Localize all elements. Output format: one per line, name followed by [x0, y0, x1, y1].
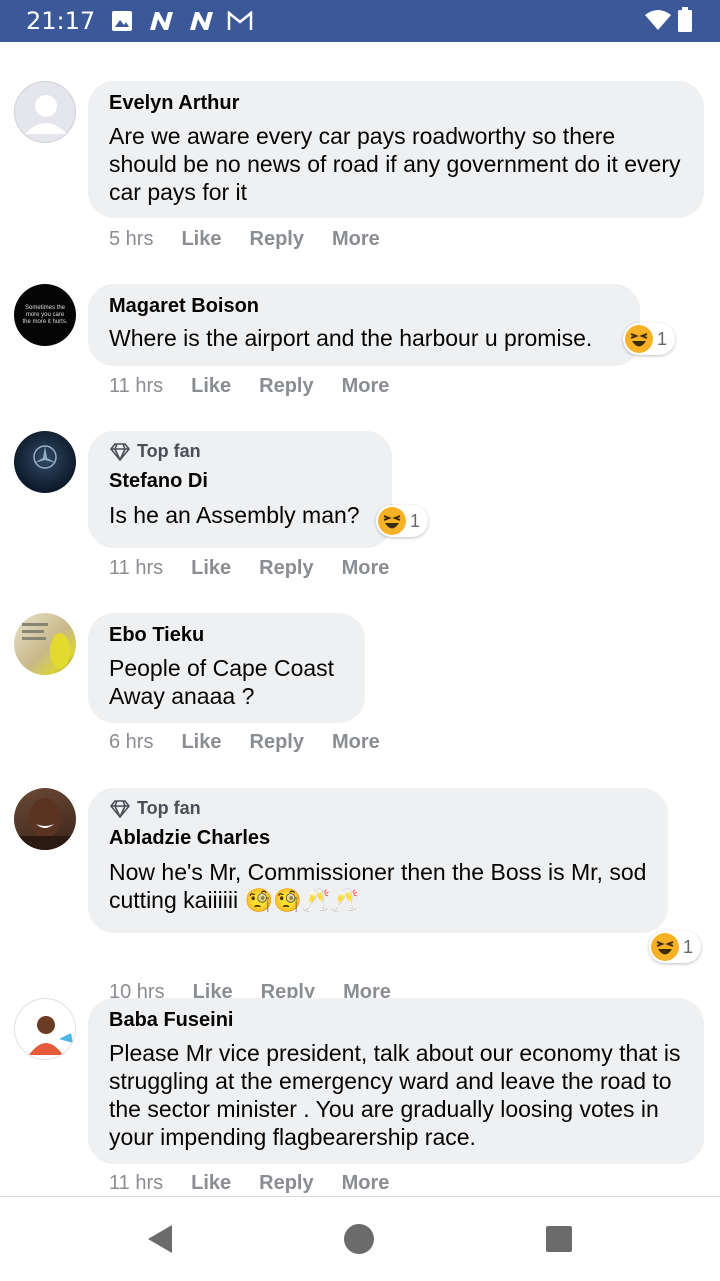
- like-button[interactable]: Like: [181, 228, 221, 251]
- avatar[interactable]: [14, 613, 76, 675]
- photo-avatar-icon: [29, 1016, 73, 1055]
- car-logo-icon: [33, 445, 57, 469]
- comment-text: People of Cape Coast Away anaaa ?: [109, 655, 335, 709]
- photo-avatar-icon: [22, 623, 70, 669]
- reply-button[interactable]: Reply: [250, 731, 304, 754]
- laughing-emoji-icon: [378, 507, 406, 535]
- more-button[interactable]: More: [342, 557, 390, 580]
- back-button[interactable]: [146, 1224, 174, 1254]
- more-button[interactable]: More: [342, 375, 390, 398]
- comment-author[interactable]: Baba Fuseini: [109, 1008, 684, 1032]
- recents-button[interactable]: [545, 1225, 573, 1253]
- image-icon: [112, 11, 132, 31]
- reply-button[interactable]: Reply: [250, 228, 304, 251]
- avatar[interactable]: Sometimes the more you care the more it …: [14, 284, 76, 346]
- status-bar: 21:17: [0, 0, 720, 42]
- comment-time: 5 hrs: [109, 228, 154, 250]
- comment-actions: 11 hrs Like Reply More: [109, 1172, 417, 1195]
- top-fan-badge: Top fan: [109, 798, 648, 819]
- comment-author[interactable]: Magaret Boison: [109, 294, 620, 318]
- photo-avatar-icon: [14, 798, 76, 850]
- more-button[interactable]: More: [332, 731, 380, 754]
- comment-text: Please Mr vice president, talk about our…: [109, 1040, 681, 1150]
- reaction-count: 1: [683, 936, 694, 957]
- comment-author[interactable]: Stefano Di: [109, 469, 372, 493]
- avatar[interactable]: [14, 81, 76, 143]
- comments-feed[interactable]: Evelyn Arthur Are we aware every car pay…: [0, 42, 720, 1196]
- comment-author[interactable]: Ebo Tieku: [109, 623, 345, 647]
- reaction-summary[interactable]: 1: [649, 931, 702, 963]
- comment-text: Are we aware every car pays roadworthy s…: [109, 123, 681, 205]
- reaction-summary[interactable]: 1: [376, 505, 429, 537]
- top-fan-label: Top fan: [137, 441, 201, 461]
- comment-time: 11 hrs: [109, 1172, 164, 1194]
- comment-bubble[interactable]: Baba Fuseini Please Mr vice president, t…: [88, 998, 704, 1164]
- avatar[interactable]: [14, 431, 76, 493]
- comment-author[interactable]: Abladzie Charles: [109, 826, 648, 850]
- reply-button[interactable]: Reply: [259, 1172, 313, 1195]
- laughing-emoji-icon: [651, 933, 679, 961]
- comment-bubble[interactable]: Ebo Tieku People of Cape Coast Away anaa…: [88, 613, 365, 723]
- comment-author[interactable]: Evelyn Arthur: [109, 91, 684, 115]
- laughing-emoji-icon: [625, 325, 653, 353]
- avatar[interactable]: [14, 998, 76, 1060]
- reaction-summary[interactable]: 1: [623, 323, 676, 355]
- comment-text: Now he's Mr, Commissioner then the Boss …: [109, 859, 647, 913]
- like-button[interactable]: Like: [191, 1172, 231, 1195]
- reaction-count: 1: [657, 328, 668, 349]
- diamond-icon: [109, 442, 131, 461]
- comment-actions: 11 hrs Like Reply More: [109, 375, 417, 398]
- default-avatar-icon: [25, 95, 67, 134]
- more-button[interactable]: More: [332, 228, 380, 251]
- diamond-icon: [109, 799, 131, 818]
- comment-text: Where is the airport and the harbour u p…: [109, 325, 593, 351]
- home-button[interactable]: [343, 1223, 375, 1255]
- comment-bubble[interactable]: Top fan Abladzie Charles Now he's Mr, Co…: [88, 788, 668, 933]
- n-notification-icon: [190, 12, 213, 30]
- comment-actions: 5 hrs Like Reply More: [109, 228, 408, 251]
- reply-button[interactable]: Reply: [259, 375, 313, 398]
- comment-time: 11 hrs: [109, 557, 164, 579]
- avatar[interactable]: [14, 788, 76, 850]
- status-time: 21:17: [26, 7, 96, 35]
- wifi-icon: [645, 10, 671, 30]
- like-button[interactable]: Like: [191, 375, 231, 398]
- comment-bubble[interactable]: Evelyn Arthur Are we aware every car pay…: [88, 81, 704, 218]
- comment-text: Is he an Assembly man?: [109, 502, 360, 528]
- android-nav-bar: [0, 1196, 720, 1281]
- comment-actions: 6 hrs Like Reply More: [109, 731, 408, 754]
- gmail-icon: [227, 11, 253, 30]
- top-fan-badge: Top fan: [109, 441, 372, 462]
- comment-actions: 11 hrs Like Reply More: [109, 557, 417, 580]
- comment-time: 11 hrs: [109, 375, 164, 397]
- like-button[interactable]: Like: [181, 731, 221, 754]
- comment-time: 6 hrs: [109, 731, 154, 753]
- comment-bubble[interactable]: Top fan Stefano Di Is he an Assembly man…: [88, 431, 392, 548]
- like-button[interactable]: Like: [191, 557, 231, 580]
- reaction-count: 1: [410, 510, 421, 531]
- reply-button[interactable]: Reply: [259, 557, 313, 580]
- comment-bubble[interactable]: Magaret Boison Where is the airport and …: [88, 284, 640, 366]
- top-fan-label: Top fan: [137, 798, 201, 818]
- battery-icon: [678, 7, 692, 32]
- more-button[interactable]: More: [342, 1172, 390, 1195]
- avatar-caption: Sometimes the more you care the more it …: [22, 304, 68, 325]
- n-notification-icon: [150, 12, 173, 30]
